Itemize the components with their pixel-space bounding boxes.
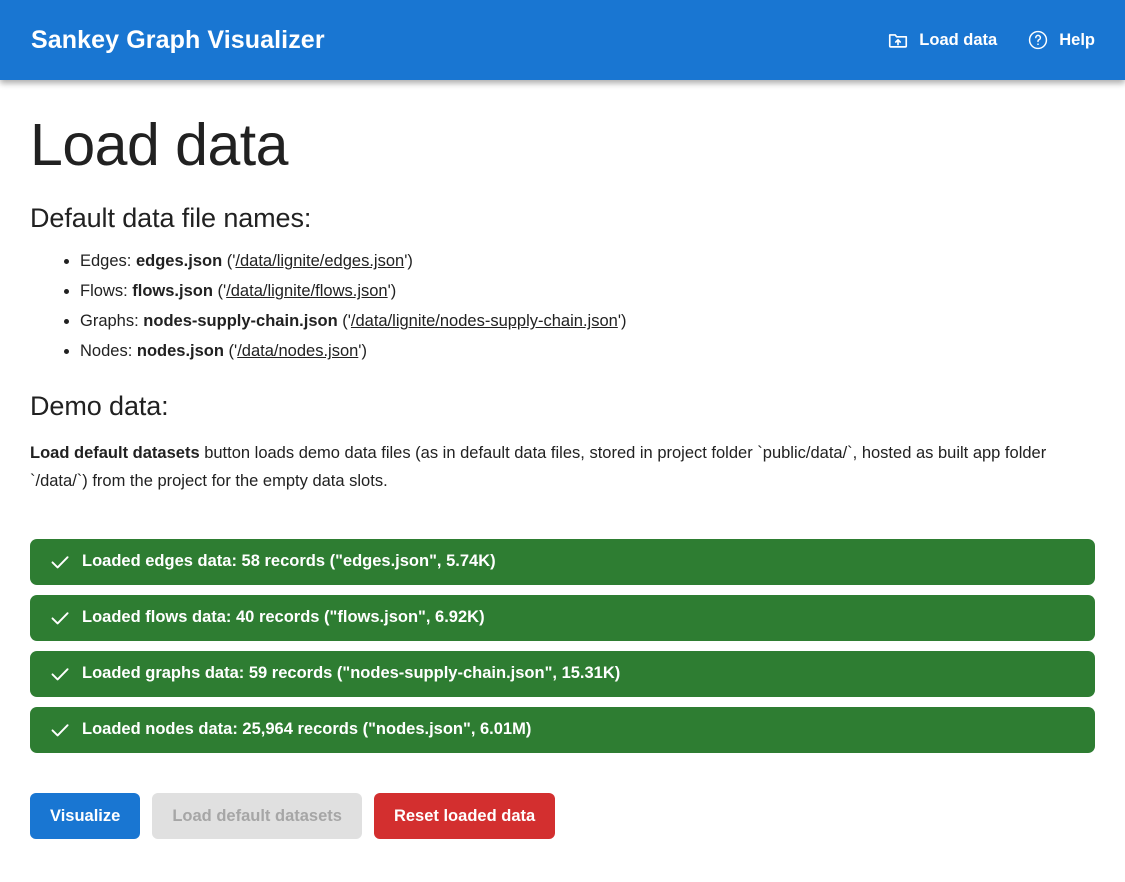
- alert-list: Loaded edges data: 58 records ("edges.js…: [30, 538, 1095, 753]
- app-header-actions: Load data Help: [887, 29, 1095, 51]
- alert-edges-loaded: Loaded edges data: 58 records ("edges.js…: [30, 538, 1095, 585]
- file-label: Flows:: [80, 282, 128, 301]
- demo-data-heading: Demo data:: [30, 391, 169, 422]
- header-load-data-button[interactable]: Load data: [887, 29, 997, 51]
- file-name: nodes.json: [136, 342, 224, 361]
- file-label: Edges:: [80, 252, 132, 271]
- paren-close: '): [617, 312, 627, 331]
- file-name: edges.json: [135, 252, 223, 271]
- file-path-link[interactable]: /data/lignite/edges.json: [235, 252, 404, 270]
- list-item: Flows: flows.json ('/data/lignite/flows.…: [80, 276, 1095, 306]
- help-circle-icon: [1027, 29, 1049, 51]
- paren-close: '): [387, 282, 397, 301]
- check-icon: [48, 662, 72, 686]
- alert-text: Loaded nodes data: 25,964 records ("node…: [82, 720, 532, 739]
- file-name: flows.json: [132, 282, 213, 301]
- default-files-heading: Default data file names:: [30, 203, 312, 234]
- action-buttons: Visualize Load default datasets Reset lo…: [30, 792, 1095, 839]
- paren-open: (': [222, 252, 236, 271]
- app-title: Sankey Graph Visualizer: [31, 25, 325, 54]
- alert-text: Loaded flows data: 40 records ("flows.js…: [82, 608, 485, 627]
- paren-open: (': [223, 342, 238, 361]
- paren-close: '): [404, 252, 413, 271]
- visualize-button[interactable]: Visualize: [30, 792, 141, 839]
- alert-graphs-loaded: Loaded graphs data: 59 records ("nodes-s…: [30, 650, 1095, 697]
- alert-flows-loaded: Loaded flows data: 40 records ("flows.js…: [30, 594, 1095, 641]
- page-content: Load data Default data file names: Edges…: [0, 80, 1125, 839]
- file-name: nodes-supply-chain.json: [143, 312, 338, 331]
- demo-paragraph-lead: Load default datasets: [30, 443, 200, 462]
- alert-text: Loaded graphs data: 59 records ("nodes-s…: [82, 664, 621, 683]
- page-title: Load data: [30, 112, 288, 178]
- check-icon: [48, 718, 72, 742]
- file-path-link[interactable]: /data/nodes.json: [237, 342, 358, 360]
- file-path-link[interactable]: /data/lignite/nodes-supply-chain.json: [351, 312, 618, 330]
- demo-data-paragraph: Load default datasets button loads demo …: [30, 439, 1095, 495]
- header-help-label: Help: [1059, 30, 1095, 49]
- default-files-list: Edges: edges.json ('/data/lignite/edges.…: [30, 246, 1095, 366]
- reset-loaded-data-button[interactable]: Reset loaded data: [373, 792, 556, 839]
- alert-nodes-loaded: Loaded nodes data: 25,964 records ("node…: [30, 706, 1095, 753]
- list-item: Edges: edges.json ('/data/lignite/edges.…: [80, 246, 1095, 276]
- list-item: Nodes: nodes.json ('/data/nodes.json'): [80, 336, 1095, 366]
- paren-open: (': [337, 312, 351, 331]
- load-default-datasets-button: Load default datasets: [152, 792, 362, 839]
- file-path-link[interactable]: /data/lignite/flows.json: [226, 282, 387, 300]
- check-icon: [48, 606, 72, 630]
- upload-folder-icon: [887, 29, 909, 51]
- list-item: Graphs: nodes-supply-chain.json ('/data/…: [80, 306, 1095, 336]
- app-header: Sankey Graph Visualizer Load data Help: [0, 0, 1125, 80]
- paren-close: '): [358, 342, 367, 361]
- header-help-button[interactable]: Help: [1027, 29, 1095, 51]
- header-load-data-label: Load data: [919, 30, 998, 49]
- file-label: Nodes:: [80, 342, 133, 361]
- alert-text: Loaded edges data: 58 records ("edges.js…: [82, 552, 496, 571]
- check-icon: [48, 550, 72, 574]
- file-label: Graphs:: [80, 312, 139, 331]
- paren-open: (': [212, 282, 227, 301]
